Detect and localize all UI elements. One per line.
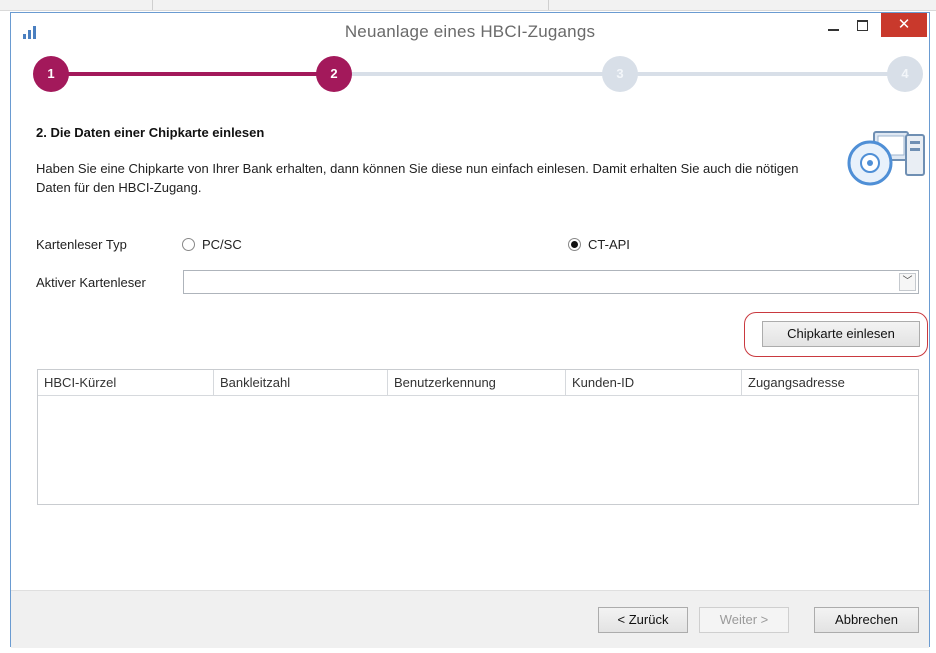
read-chipcard-button[interactable]: Chipkarte einlesen	[762, 321, 920, 347]
radio-ctapi[interactable]	[568, 238, 581, 251]
maximize-button[interactable]	[847, 13, 879, 39]
active-reader-label: Aktiver Kartenleser	[36, 275, 146, 290]
window-title: Neuanlage eines HBCI-Zugangs	[344, 22, 596, 41]
close-button[interactable]: ✕	[881, 13, 927, 37]
footer-bar	[11, 590, 929, 648]
accounts-table: HBCI-Kürzel Bankleitzahl Benutzerkennung…	[37, 369, 919, 505]
radio-ctapi-label[interactable]: CT-API	[588, 237, 630, 252]
column-header-zugangsadresse[interactable]: Zugangsadresse	[742, 370, 918, 396]
chevron-down-icon[interactable]: ﹀	[899, 273, 916, 291]
column-header-hbci-kuerzel[interactable]: HBCI-Kürzel	[38, 370, 214, 396]
column-header-bankleitzahl[interactable]: Bankleitzahl	[214, 370, 388, 396]
section-title: 2. Die Daten einer Chipkarte einlesen	[36, 125, 265, 140]
close-icon: ✕	[897, 16, 911, 33]
step-2: 2	[316, 56, 352, 92]
next-button[interactable]: Weiter >	[699, 607, 789, 633]
background-window-strip	[0, 0, 936, 11]
radio-pcsc[interactable]	[182, 238, 195, 251]
step-1: 1	[33, 56, 69, 92]
table-header: HBCI-Kürzel Bankleitzahl Benutzerkennung…	[38, 370, 918, 396]
progress-line-done	[51, 72, 351, 76]
wizard-window: Neuanlage eines HBCI-Zugangs ✕ 1 2 3 4 2…	[10, 12, 930, 648]
back-button[interactable]: < Zurück	[598, 607, 688, 633]
background-divider	[548, 0, 549, 10]
card-reader-icon	[847, 131, 925, 186]
minimize-button[interactable]	[821, 13, 847, 39]
wizard-progress: 1 2 3 4	[11, 55, 929, 92]
column-header-benutzerkennung[interactable]: Benutzerkennung	[388, 370, 566, 396]
reader-type-label: Kartenleser Typ	[36, 237, 127, 252]
step-4: 4	[887, 56, 923, 92]
cancel-button[interactable]: Abbrechen	[814, 607, 919, 633]
background-divider	[152, 0, 153, 10]
section-description: Haben Sie eine Chipkarte von Ihrer Bank …	[36, 161, 799, 195]
active-reader-select[interactable]: ﹀	[183, 270, 919, 294]
step-3: 3	[602, 56, 638, 92]
title-bar: Neuanlage eines HBCI-Zugangs ✕	[11, 13, 929, 51]
column-header-kunden-id[interactable]: Kunden-ID	[566, 370, 742, 396]
radio-pcsc-label[interactable]: PC/SC	[202, 237, 242, 252]
